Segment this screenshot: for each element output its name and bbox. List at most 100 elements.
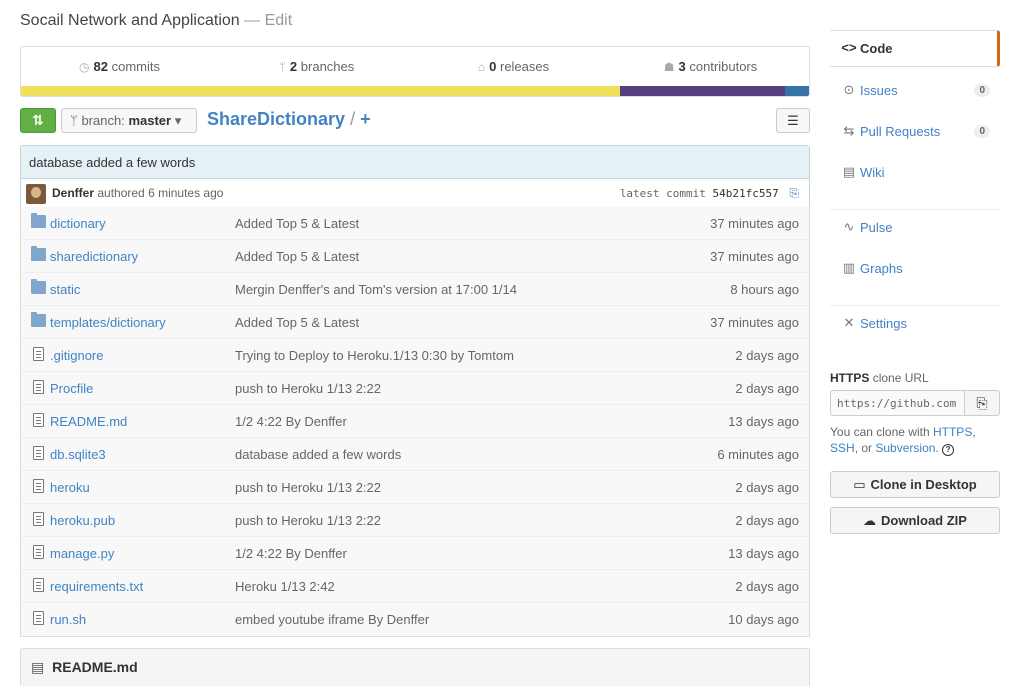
author-name[interactable]: Denffer [52, 186, 94, 200]
https-link[interactable]: HTTPS [933, 425, 972, 439]
file-name-link[interactable]: sharedictionary [50, 249, 138, 264]
file-name-link[interactable]: heroku.pub [50, 513, 115, 528]
branches-label: branches [300, 59, 355, 74]
file-commit-message[interactable]: Heroku 1/13 2:42 [235, 579, 335, 594]
file-row: manage.py 1/2 4:22 By Denffer 13 days ago [21, 537, 809, 570]
file-commit-message[interactable]: push to Heroku 1/13 2:22 [235, 513, 381, 528]
file-commit-message[interactable]: 1/2 4:22 By Denffer [235, 546, 347, 561]
tools-icon: ✕ [843, 315, 855, 330]
sidebar-item-graphs[interactable]: ▥ Graphs [830, 251, 1000, 285]
organization-icon: ☗ [663, 60, 675, 74]
sidebar-item-pulse[interactable]: ∿ Pulse [830, 210, 1000, 244]
file-age: 8 hours ago [730, 282, 799, 297]
file-age: 37 minutes ago [710, 315, 799, 330]
file-name-link[interactable]: heroku [50, 480, 90, 495]
commit-author: Denffer authored 6 minutes ago [52, 186, 223, 200]
avatar[interactable] [26, 184, 46, 204]
clipboard-icon[interactable]: ⎘ [789, 186, 799, 200]
clone-url-label: HTTPS clone URL [830, 371, 929, 385]
file-commit-message[interactable]: push to Heroku 1/13 2:22 [235, 381, 381, 396]
repo-title: Socail Network and Application — Edit [20, 12, 292, 30]
sidebar-item-issues[interactable]: ⊙ Issues 0 [830, 73, 1000, 107]
file-row: Procfile push to Heroku 1/13 2:22 2 days a… [21, 372, 809, 405]
question-icon[interactable]: ? [942, 444, 955, 456]
file-commit-message[interactable]: push to Heroku 1/13 2:22 [235, 480, 381, 495]
commit-message[interactable]: database added a few words [21, 146, 809, 178]
file-text-icon [33, 512, 44, 526]
file-commit-message[interactable]: Added Top 5 & Latest [235, 315, 359, 330]
pulls-count-badge: 0 [974, 125, 990, 138]
file-name-link[interactable]: .gitignore [50, 348, 103, 363]
file-age: 2 days ago [735, 348, 799, 363]
file-age: 10 days ago [728, 612, 799, 627]
clone-url-input[interactable] [830, 390, 965, 416]
file-commit-message[interactable]: 1/2 4:22 By Denffer [235, 414, 347, 429]
clone-label-text: clone URL [872, 371, 929, 385]
ssh-link[interactable]: SSH [830, 441, 855, 455]
copy-clone-url-button[interactable]: ⎘ [964, 390, 1000, 416]
file-text-icon [33, 413, 44, 427]
contributors-stat[interactable]: ☗ 3 contributors [612, 59, 809, 74]
sidebar-code-label: Code [860, 41, 893, 56]
file-text-icon [33, 446, 44, 460]
file-commit-message[interactable]: Added Top 5 & Latest [235, 216, 359, 231]
file-name-link[interactable]: templates/dictionary [50, 315, 166, 330]
commits-count: 82 [93, 59, 108, 74]
folder-icon [31, 213, 46, 228]
sidebar-item-wiki[interactable]: ▤ Wiki [830, 155, 1000, 189]
edit-link[interactable]: — Edit [244, 12, 292, 29]
book-icon: ▤ [842, 164, 856, 179]
branch-icon: ᛘ [278, 60, 286, 74]
file-age: 6 minutes ago [717, 447, 799, 462]
file-row: heroku.pub push to Heroku 1/13 2:22 2 days… [21, 504, 809, 537]
clone-url-box: ⎘ [830, 390, 1000, 416]
file-name-link[interactable]: requirements.txt [50, 579, 143, 594]
sha-link[interactable]: 54b21fc557 [713, 187, 779, 200]
clone-or-text: , or [854, 441, 873, 455]
file-text-icon [33, 479, 44, 493]
branch-selector[interactable]: ᛘ branch: master ▾ [61, 108, 197, 133]
commits-stat[interactable]: ◷ 82 commits [21, 59, 218, 74]
file-age: 37 minutes ago [710, 216, 799, 231]
download-zip-button[interactable]: ☁ Download ZIP [830, 507, 1000, 534]
sidebar-item-settings[interactable]: ✕ Settings [830, 306, 1000, 340]
issue-icon: ⊙ [843, 82, 855, 97]
repo-stats: ◷ 82 commits ᛘ2 branches ⌂ 0 releases ☗ 3 c… [20, 46, 810, 97]
file-name-link[interactable]: README.md [50, 414, 127, 429]
compare-button[interactable]: ⇅ [20, 108, 56, 133]
file-commit-message[interactable]: embed youtube iframe By Denffer [235, 612, 429, 627]
caret-down-icon: ▾ [174, 113, 182, 128]
branches-stat[interactable]: ᛘ2 branches [218, 59, 415, 74]
sidebar-item-code[interactable]: <> Code [830, 30, 1000, 67]
sidebar-item-pull-requests[interactable]: ⇆ Pull Requests 0 [830, 114, 1000, 148]
file-row: heroku push to Heroku 1/13 2:22 2 days ago [21, 471, 809, 504]
file-name-link[interactable]: static [50, 282, 80, 297]
file-commit-message[interactable]: Mergin Denffer's and Tom's version at 17… [235, 282, 517, 297]
file-commit-message[interactable]: Trying to Deploy to Heroku.1/13 0:30 by … [235, 348, 514, 363]
code-icon: <> [841, 40, 857, 55]
readme-title: README.md [52, 659, 138, 675]
file-list: dictionary Added Top 5 & Latest 37 minutes… [20, 207, 810, 637]
file-name-link[interactable]: manage.py [50, 546, 114, 561]
subversion-link[interactable]: Subversion [875, 441, 935, 455]
clone-help: You can clone with HTTPS, SSH, or Subver… [830, 425, 976, 456]
file-name-link[interactable]: Procfile [50, 381, 93, 396]
file-name-link[interactable]: db.sqlite3 [50, 447, 106, 462]
clone-in-desktop-button[interactable]: ▭ Clone in Desktop [830, 471, 1000, 498]
language-bar[interactable] [21, 86, 809, 96]
breadcrumb: ShareDictionary / + [207, 108, 371, 130]
file-age: 37 minutes ago [710, 249, 799, 264]
sidebar-graphs-label: Graphs [860, 261, 903, 276]
list-icon: ☰ [787, 113, 799, 128]
file-commit-message[interactable]: Added Top 5 & Latest [235, 249, 359, 264]
language-segment [619, 86, 786, 96]
file-commit-message[interactable]: database added a few words [235, 447, 401, 462]
releases-stat[interactable]: ⌂ 0 releases [415, 59, 612, 74]
file-name-link[interactable]: dictionary [50, 216, 106, 231]
file-row: sharedictionary Added Top 5 & Latest 37 mi… [21, 240, 809, 273]
repo-root-link[interactable]: ShareDictionary [207, 109, 345, 129]
branches-count: 2 [289, 59, 298, 74]
list-view-button[interactable]: ☰ [776, 108, 810, 133]
file-name-link[interactable]: run.sh [50, 612, 86, 627]
new-file-link[interactable]: + [360, 109, 371, 129]
